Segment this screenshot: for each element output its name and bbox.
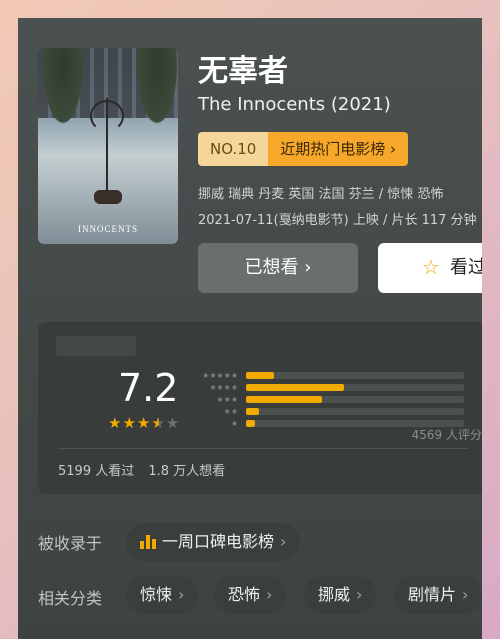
distribution-stars: ★★★★ — [209, 383, 238, 392]
star-filled-icon: ★★★ — [108, 414, 152, 432]
distribution-bar — [246, 420, 255, 427]
distribution-bar-track — [246, 408, 464, 415]
distribution-bar-track — [246, 372, 464, 379]
distribution-bar — [246, 372, 275, 379]
rank-badge[interactable]: NO.10 近期热门电影榜 › — [198, 132, 409, 166]
movie-original-title: The Innocents (2021) — [198, 94, 391, 115]
star-empty-icon: ★ — [165, 414, 181, 432]
ranking-icon — [140, 533, 156, 549]
movie-detail-page: INNOCENTS 无辜者 The Innocents (2021) NO.10… — [18, 18, 482, 639]
divider — [58, 448, 468, 449]
tag-chip[interactable]: 惊悚 › — [126, 576, 199, 614]
chevron-right-icon: › — [280, 532, 287, 551]
watched-count: 5199 人看过 — [58, 464, 135, 479]
tag-chip[interactable]: 挪威 › — [304, 576, 377, 614]
poster-figure-art — [94, 190, 122, 204]
distribution-stars: ★ — [230, 419, 238, 428]
distribution-row: ★★ — [194, 406, 474, 417]
distribution-bar-track — [246, 396, 464, 403]
rating-stars: ★★★★★ — [108, 414, 180, 432]
rating-count: 4569 人评分 — [411, 428, 482, 442]
chevron-right-icon: › — [356, 585, 363, 604]
poster-tree-art — [40, 48, 86, 132]
movie-poster[interactable]: INNOCENTS — [38, 48, 178, 244]
distribution-stars: ★★★ — [216, 395, 238, 404]
chevron-right-icon: › — [178, 585, 185, 604]
tag-chip[interactable]: 恐怖 › — [214, 576, 287, 614]
collected-list-chip[interactable]: 一周口碑电影榜 › — [126, 523, 301, 561]
poster-title: INNOCENTS — [78, 224, 138, 234]
distribution-bar-track — [246, 384, 464, 391]
distribution-bar — [246, 408, 260, 415]
star-half-icon: ★ — [151, 414, 166, 432]
distribution-bar — [246, 384, 345, 391]
related-label: 相关分类 — [38, 589, 103, 608]
distribution-row: ★★★★ — [194, 382, 474, 393]
movie-release-info: 2021-07-11(戛纳电影节) 上映 / 片长 117 分钟 — [198, 213, 477, 228]
watched-button-label: 看过 — [450, 257, 482, 278]
want-count: 1.8 万人想看 — [148, 464, 226, 479]
star-outline-icon: ☆ — [422, 255, 440, 279]
distribution-bar — [246, 396, 323, 403]
watched-button[interactable]: ☆ 看过 — [378, 243, 482, 293]
tag-label: 恐怖 — [228, 585, 261, 604]
rating-score: 7.2 — [118, 366, 179, 410]
watch-stats: 5199 人看过 1.8 万人想看 — [58, 460, 225, 479]
chevron-right-icon: › — [266, 585, 273, 604]
distribution-stars: ★★★★★ — [202, 371, 238, 380]
chevron-right-icon: › — [462, 585, 469, 604]
want-to-watch-button[interactable]: 已想看 › — [198, 243, 358, 293]
rank-number: NO.10 — [198, 132, 269, 166]
rating-distribution: ★★★★★ ★★★★ ★★★ ★★ ★ — [194, 370, 474, 430]
rating-card[interactable]: 7.2 ★★★★★ ★★★★★ ★★★★ ★★★ ★★ ★ 4569 人评分 5199 … — [38, 322, 482, 494]
collected-label: 被收录于 — [38, 534, 103, 553]
rating-source-logo — [56, 336, 136, 356]
distribution-stars: ★★ — [223, 407, 238, 416]
distribution-row: ★★★ — [194, 394, 474, 405]
tag-label: 惊悚 — [140, 585, 173, 604]
tag-label: 挪威 — [318, 585, 351, 604]
collected-list-name: 一周口碑电影榜 — [162, 532, 275, 551]
tag-chip[interactable]: 剧情片 › — [394, 576, 482, 614]
poster-rope-art — [106, 98, 108, 198]
distribution-row: ★★★★★ — [194, 370, 474, 381]
rank-list-name: 近期热门电影榜 › — [268, 132, 409, 166]
tag-label: 剧情片 — [408, 585, 457, 604]
poster-tree-art — [134, 48, 178, 132]
movie-region-genre: 挪威 瑞典 丹麦 英国 法国 芬兰 / 惊悚 恐怖 — [198, 187, 444, 202]
movie-title: 无辜者 — [198, 54, 288, 89]
